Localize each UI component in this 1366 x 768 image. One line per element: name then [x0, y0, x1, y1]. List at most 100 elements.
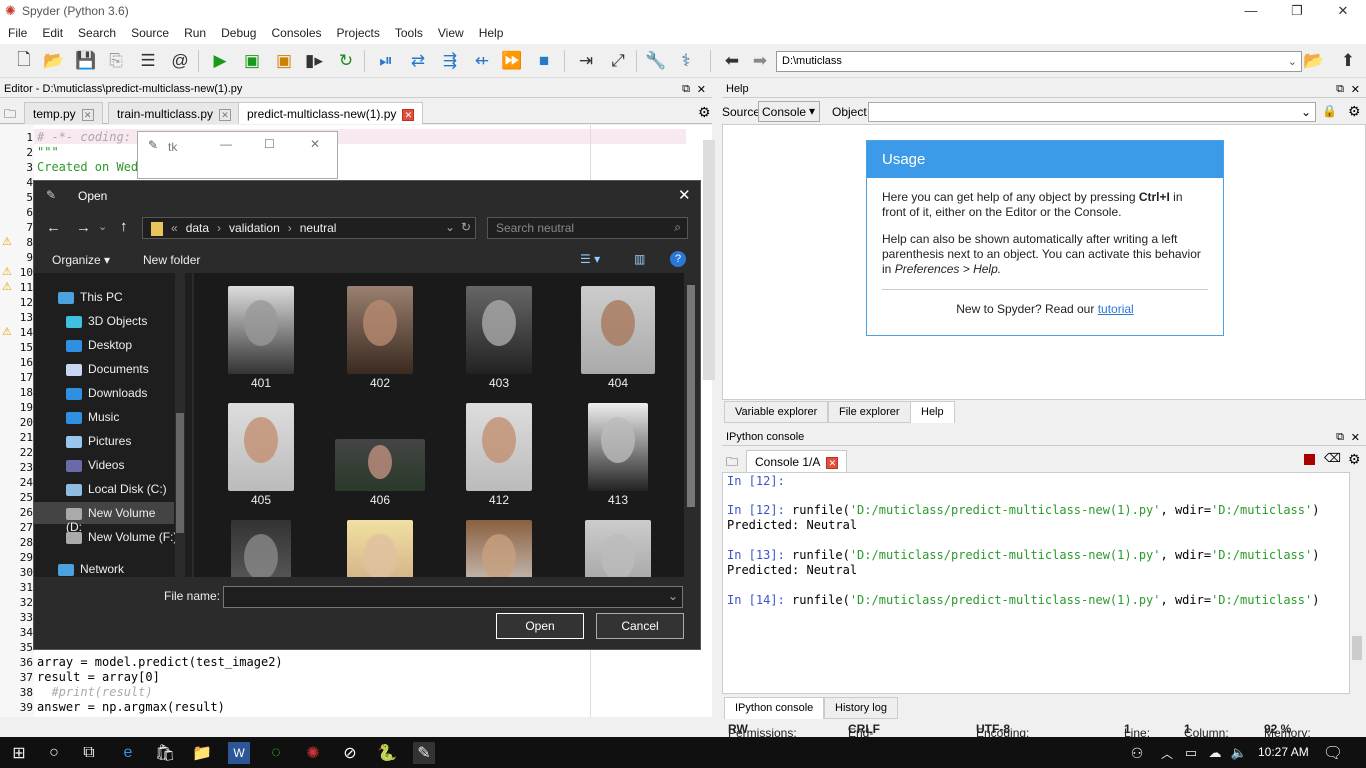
- run-cell-icon[interactable]: ▣: [240, 49, 264, 73]
- close-button[interactable]: ✕: [310, 137, 320, 151]
- nav-desktop[interactable]: Desktop: [66, 338, 132, 352]
- app-icon[interactable]: ⊘: [339, 742, 361, 764]
- file-405[interactable]: 405: [221, 403, 301, 507]
- store-icon[interactable]: 🛍: [154, 742, 176, 764]
- people-icon[interactable]: ⚇: [1126, 742, 1148, 764]
- nav-local-disk-c[interactable]: Local Disk (C:): [66, 482, 167, 496]
- python-path-icon[interactable]: ⚕: [674, 49, 698, 73]
- clock[interactable]: 10:27 AM: [1258, 745, 1309, 759]
- file-412[interactable]: 412: [459, 403, 539, 507]
- run-selection-icon[interactable]: ▮▸: [302, 49, 326, 73]
- undock-icon[interactable]: ⧉: [682, 83, 690, 96]
- browse-tabs-icon[interactable]: 🗀: [4, 105, 16, 126]
- step-icon[interactable]: ⇄: [406, 49, 430, 73]
- menu-search[interactable]: Search: [70, 22, 123, 40]
- view-options-icon[interactable]: ☰ ▾: [580, 252, 600, 266]
- close-tab-icon[interactable]: ✕: [826, 456, 839, 469]
- tab-temp[interactable]: temp.py ✕: [24, 102, 103, 124]
- preferences-wrench-icon[interactable]: 🔧: [644, 49, 668, 73]
- object-input[interactable]: ⌄: [868, 102, 1316, 122]
- nav-music[interactable]: Music: [66, 410, 119, 424]
- tab-predict-multiclass[interactable]: predict-multiclass-new(1).py ✕: [238, 102, 424, 124]
- anaconda-icon[interactable]: ◌: [265, 742, 287, 764]
- forward-arrow-icon[interactable]: ➡: [748, 49, 772, 73]
- source-select[interactable]: Console ▾: [758, 101, 820, 122]
- address-bar[interactable]: «data › validation › neutral ⌄ ↻: [142, 217, 476, 239]
- list-icon[interactable]: ☰: [136, 49, 160, 73]
- menu-view[interactable]: View: [430, 22, 471, 40]
- close-dialog-button[interactable]: ✕: [678, 186, 691, 204]
- search-input[interactable]: Search neutral ⌕: [487, 217, 688, 239]
- file-401[interactable]: 401: [221, 286, 301, 390]
- close-pane-icon[interactable]: ✕: [697, 83, 706, 96]
- continue-icon[interactable]: ⏩: [500, 49, 524, 73]
- nav-videos[interactable]: Videos: [66, 458, 124, 472]
- spyder-icon[interactable]: ✺: [302, 742, 324, 764]
- editor-scrollbar[interactable]: [703, 140, 715, 380]
- volume-icon[interactable]: 🔈: [1228, 742, 1250, 764]
- file-thumbnail[interactable]: [221, 520, 301, 577]
- ipython-console[interactable]: In [12]: In [12]: runfile('D:/muticlass/…: [722, 472, 1350, 694]
- rerun-icon[interactable]: ↻: [334, 49, 358, 73]
- close-pane-icon[interactable]: ✕: [1351, 83, 1360, 96]
- file-413[interactable]: 413: [578, 403, 658, 507]
- feather-icon[interactable]: ✎: [413, 742, 435, 764]
- eraser-icon[interactable]: ⌫: [1324, 451, 1341, 465]
- at-icon[interactable]: @: [168, 49, 192, 73]
- working-directory-combo[interactable]: D:\muticlass ⌄: [776, 51, 1302, 72]
- file-406[interactable]: 406: [335, 403, 425, 507]
- close-tab-icon[interactable]: ✕: [402, 108, 415, 121]
- menu-debug[interactable]: Debug: [213, 22, 263, 40]
- tab-ipython-console[interactable]: IPython console: [724, 697, 825, 719]
- up-arrow-icon[interactable]: ↑: [120, 218, 128, 235]
- nav-scrollbar[interactable]: [175, 273, 185, 577]
- tab-file-explorer[interactable]: File explorer: [828, 401, 911, 423]
- stop-debug-icon[interactable]: ■: [532, 49, 556, 73]
- menu-projects[interactable]: Projects: [329, 22, 387, 40]
- close-tab-icon[interactable]: ✕: [81, 108, 94, 121]
- nav-documents[interactable]: Documents: [66, 362, 149, 376]
- stop-kernel-icon[interactable]: [1304, 454, 1315, 465]
- open-button[interactable]: Open: [496, 613, 584, 639]
- nav-network[interactable]: Network: [58, 562, 124, 576]
- tutorial-link[interactable]: tutorial: [1098, 302, 1134, 316]
- back-arrow-icon[interactable]: ⬅: [720, 49, 744, 73]
- run-cell-advance-icon[interactable]: ▣: [272, 49, 296, 73]
- undock-icon[interactable]: ⧉: [1336, 431, 1344, 444]
- back-arrow-icon[interactable]: ←: [46, 219, 61, 236]
- tab-train-multiclass[interactable]: train-multiclass.py ✕: [108, 102, 241, 124]
- gear-icon[interactable]: ⚙: [1348, 103, 1361, 120]
- maximize-button[interactable]: ☐: [264, 137, 275, 151]
- menu-edit[interactable]: Edit: [34, 22, 70, 40]
- parent-dir-icon[interactable]: ⬆: [1336, 49, 1360, 73]
- gear-icon[interactable]: ⚙: [698, 104, 711, 121]
- open-file-icon[interactable]: 📂: [42, 49, 66, 73]
- close-tab-icon[interactable]: ✕: [219, 108, 232, 121]
- save-all-icon[interactable]: ⎘: [104, 49, 128, 73]
- chevron-down-icon[interactable]: ⌄: [445, 220, 455, 234]
- new-file-icon[interactable]: 🗋: [12, 49, 36, 73]
- search-circle-icon[interactable]: ○: [43, 742, 65, 764]
- nav-3d-objects[interactable]: 3D Objects: [66, 314, 147, 328]
- notifications-icon[interactable]: 🗨: [1322, 742, 1344, 764]
- windows-start-icon[interactable]: ⊞: [8, 742, 30, 764]
- minimize-button[interactable]: —: [1228, 0, 1274, 22]
- minimize-button[interactable]: —: [220, 137, 232, 151]
- step-return-icon[interactable]: ⇷: [470, 49, 494, 73]
- edge-browser-icon[interactable]: e: [117, 742, 139, 764]
- menu-source[interactable]: Source: [123, 22, 176, 40]
- organize-button[interactable]: Organize ▾: [52, 253, 110, 267]
- lock-icon[interactable]: 🔒: [1322, 104, 1337, 118]
- tab-console-1a[interactable]: Console 1/A ✕: [746, 450, 848, 472]
- console-scrollbar[interactable]: [1350, 472, 1364, 694]
- close-button[interactable]: ✕: [1320, 0, 1366, 22]
- menu-file[interactable]: File: [0, 22, 34, 40]
- save-icon[interactable]: 💾: [74, 49, 98, 73]
- breadcrumb-validation[interactable]: validation: [229, 221, 280, 235]
- file-explorer-icon[interactable]: 📁: [191, 742, 213, 764]
- menu-help[interactable]: Help: [471, 22, 511, 40]
- chevron-up-icon[interactable]: ︿: [1156, 742, 1178, 764]
- preview-pane-icon[interactable]: ▥: [634, 252, 645, 266]
- tab-help[interactable]: Help: [910, 401, 955, 423]
- network-icon[interactable]: ☁: [1204, 742, 1226, 764]
